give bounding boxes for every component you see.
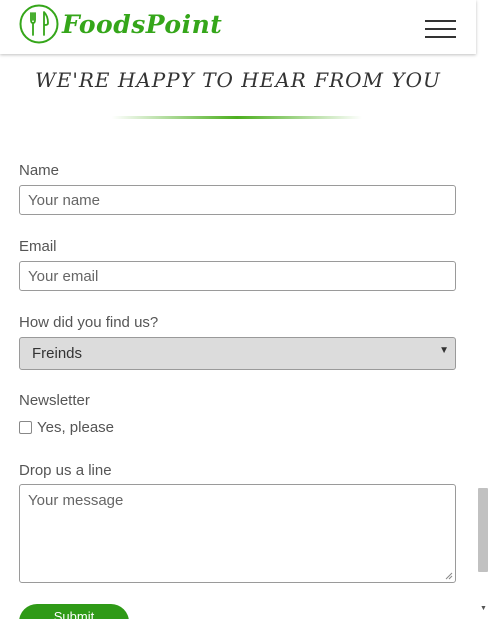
scroll-down-arrow-icon[interactable]: ▼	[480, 605, 487, 612]
message-textarea[interactable]: Your message	[19, 484, 456, 583]
logo[interactable]: FoodsPoint	[19, 4, 222, 44]
submit-button[interactable]: Submit	[19, 604, 129, 619]
contact-form-section: WE'RE HAPPY TO HEAR FROM YOU Name Your n…	[0, 54, 476, 619]
source-selected-value: Freinds	[32, 345, 83, 362]
hamburger-menu-icon[interactable]	[425, 18, 457, 40]
source-select[interactable]: Freinds ▼	[19, 337, 456, 370]
logo-text: FoodsPoint	[62, 9, 223, 39]
dropdown-arrow-icon: ▼	[439, 345, 449, 356]
scrollbar-thumb[interactable]	[478, 488, 488, 572]
name-label: Name	[19, 162, 60, 179]
email-label: Email	[19, 238, 57, 255]
newsletter-checkbox[interactable]	[19, 420, 32, 434]
page-title: WE'RE HAPPY TO HEAR FROM YOU	[35, 68, 441, 92]
message-placeholder: Your message	[28, 492, 124, 509]
title-divider	[112, 116, 362, 119]
newsletter-option-label[interactable]: Yes, please	[37, 419, 114, 436]
email-input[interactable]: Your email	[19, 261, 456, 291]
newsletter-label: Newsletter	[19, 392, 90, 409]
fork-knife-circle-icon	[19, 4, 59, 44]
resize-handle-icon[interactable]	[445, 572, 453, 580]
newsletter-option[interactable]: Yes, please	[19, 418, 114, 436]
page-scrollbar[interactable]: ▼	[476, 0, 490, 619]
message-label: Drop us a line	[19, 462, 112, 479]
site-header: FoodsPoint	[0, 0, 476, 54]
source-label: How did you find us?	[19, 314, 159, 331]
name-input[interactable]: Your name	[19, 185, 456, 215]
